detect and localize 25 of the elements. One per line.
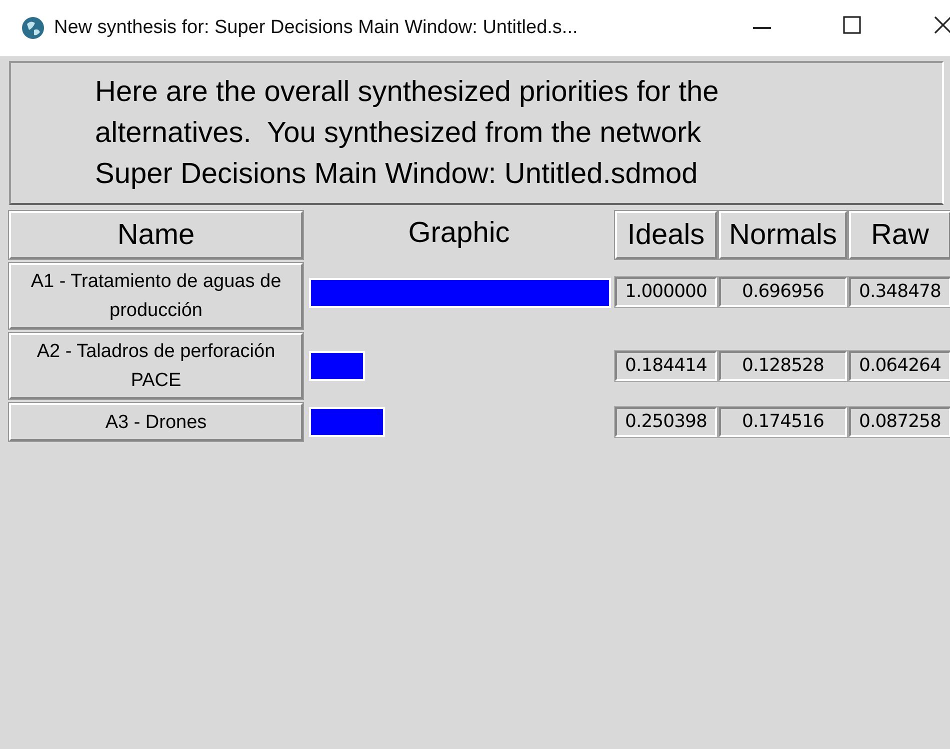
message-text: Super Decisions Main Window: Untitled.sdmod: [95, 156, 698, 192]
maximize-icon[interactable]: [843, 16, 861, 34]
message-text: alternatives. You synthesized from the network: [95, 116, 702, 150]
globe-icon: [21, 16, 45, 40]
priority-bar: [309, 351, 365, 381]
row-name: A2 - Taladros de perforación PACE: [9, 333, 303, 399]
table-cell: 0.250398: [615, 407, 717, 437]
table-cell: 0.696956: [719, 277, 847, 307]
close-icon[interactable]: [934, 16, 950, 34]
table-cell: 0.064264: [849, 351, 950, 381]
table-cell: 1.000000: [615, 277, 717, 307]
window-title: New synthesis for: Super Decisions Main Window: Untitled.s...: [54, 17, 578, 39]
column-header: Raw: [849, 211, 950, 259]
table-cell: 0.087258: [849, 407, 950, 437]
row-name: A1 - Tratamiento de aguas de producción: [9, 263, 303, 329]
message-text: Here are the overall synthesized priorities for the: [95, 74, 719, 110]
table-cell: 0.174516: [719, 407, 847, 437]
column-header: Name: [9, 211, 303, 259]
table-cell: 0.128528: [719, 351, 847, 381]
column-header: Normals: [719, 211, 847, 259]
table-cell: 0.184414: [615, 351, 717, 381]
row-name: A3 - Drones: [9, 403, 303, 441]
table-cell: 0.348478: [849, 277, 950, 307]
column-header: Ideals: [615, 211, 717, 259]
column-header: Graphic: [407, 216, 511, 250]
